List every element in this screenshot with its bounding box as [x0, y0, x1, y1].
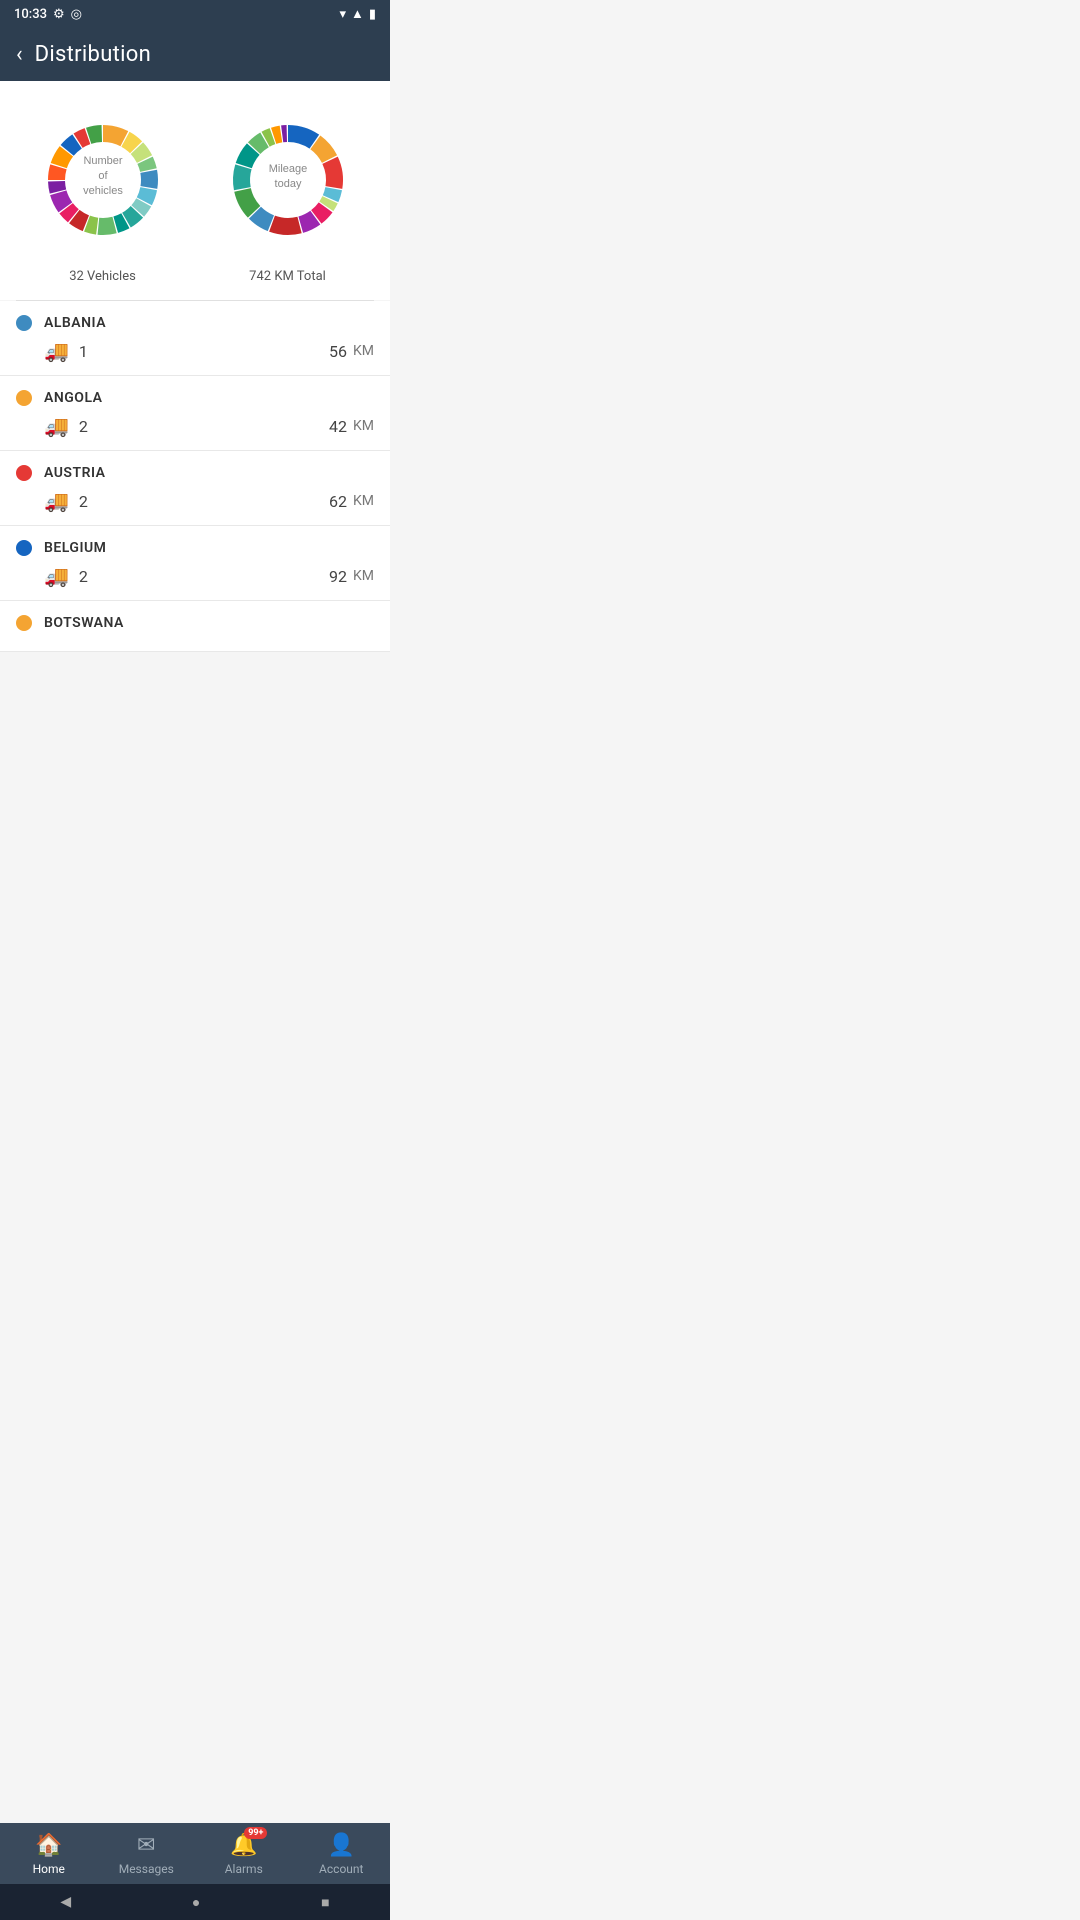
charts-area: Numberofvehicles 32 Vehicles Mileagetoda… [0, 81, 390, 300]
country-dot [16, 315, 32, 331]
mileage-value: 42 [329, 417, 347, 436]
mileage-chart: Mileagetoday 742 KM Total [213, 105, 363, 284]
truck-icon: 🚚 [44, 414, 69, 438]
vehicles-chart: Numberofvehicles 32 Vehicles [28, 105, 178, 284]
mileage-value: 56 [329, 342, 347, 361]
list-item: AUSTRIA 🚚 2 62 KM [0, 451, 390, 526]
country-name: AUSTRIA [44, 465, 105, 481]
settings-icon: ⚙ [53, 7, 65, 22]
truck-icon: 🚚 [44, 489, 69, 513]
list-item: ANGOLA 🚚 2 42 KM [0, 376, 390, 451]
alarms-nav-label: Alarms [225, 1862, 263, 1876]
truck-icon: 🚚 [44, 339, 69, 363]
header: ‹ Distribution [0, 28, 390, 81]
battery-icon: ▮ [369, 7, 376, 22]
mileage-chart-label: 742 KM Total [249, 269, 326, 284]
mileage-unit: KM [353, 418, 374, 434]
country-name: BELGIUM [44, 540, 106, 556]
home-icon: 🏠 [35, 1833, 62, 1858]
country-dot [16, 465, 32, 481]
country-name: ANGOLA [44, 390, 103, 406]
mileage-donut: Mileagetoday [213, 105, 363, 255]
bottom-nav: 🏠 Home ✉ Messages 🔔99+Alarms 👤 Account [0, 1823, 390, 1884]
mileage-value: 62 [329, 492, 347, 511]
country-dot [16, 540, 32, 556]
svg-text:Numberofvehicles: Numberofvehicles [83, 155, 123, 197]
vehicle-count: 2 [79, 492, 88, 511]
page-title: Distribution [35, 42, 151, 67]
country-dot [16, 390, 32, 406]
android-recent-button[interactable]: ■ [321, 1894, 329, 1911]
android-home-button[interactable]: ● [192, 1894, 200, 1911]
svg-text:Mileagetoday: Mileagetoday [268, 163, 307, 190]
wifi-icon: ▾ [339, 7, 346, 22]
list-item: BELGIUM 🚚 2 92 KM [0, 526, 390, 601]
mileage-unit: KM [353, 493, 374, 509]
signal-icon: ▲ [351, 6, 364, 22]
country-dot [16, 615, 32, 631]
list-item: BOTSWANA [0, 601, 390, 652]
messages-nav-label: Messages [119, 1862, 174, 1876]
mileage-unit: KM [353, 343, 374, 359]
vehicle-count: 2 [79, 417, 88, 436]
account-nav-label: Account [319, 1862, 363, 1876]
nav-item-messages[interactable]: ✉ Messages [111, 1833, 181, 1876]
status-bar: 10:33 ⚙ ◎ ▾ ▲ ▮ [0, 0, 390, 28]
status-time: 10:33 [14, 7, 47, 22]
vehicle-count: 2 [79, 567, 88, 586]
home-nav-label: Home [33, 1862, 65, 1876]
country-name: ALBANIA [44, 315, 106, 331]
android-back-button[interactable]: ◀ [60, 1894, 71, 1910]
list-item: ALBANIA 🚚 1 56 KM [0, 301, 390, 376]
nav-item-account[interactable]: 👤 Account [306, 1833, 376, 1876]
mileage-value: 92 [329, 567, 347, 586]
back-button[interactable]: ‹ [16, 42, 23, 67]
nav-item-alarms[interactable]: 🔔99+Alarms [209, 1833, 279, 1876]
account-icon: 👤 [328, 1833, 355, 1858]
alarm-badge: 99+ [244, 1827, 267, 1839]
vehicle-count: 1 [79, 342, 88, 361]
recording-icon: ◎ [71, 7, 82, 22]
messages-icon: ✉ [137, 1833, 155, 1858]
vehicles-donut: Numberofvehicles [28, 105, 178, 255]
android-nav-bar: ◀ ● ■ [0, 1884, 390, 1920]
nav-item-home[interactable]: 🏠 Home [14, 1833, 84, 1876]
truck-icon: 🚚 [44, 564, 69, 588]
vehicles-chart-label: 32 Vehicles [69, 269, 136, 284]
mileage-unit: KM [353, 568, 374, 584]
country-name: BOTSWANA [44, 615, 124, 631]
country-list: ALBANIA🚚156KMANGOLA🚚242KMAUSTRIA🚚262KMBE… [0, 301, 390, 652]
